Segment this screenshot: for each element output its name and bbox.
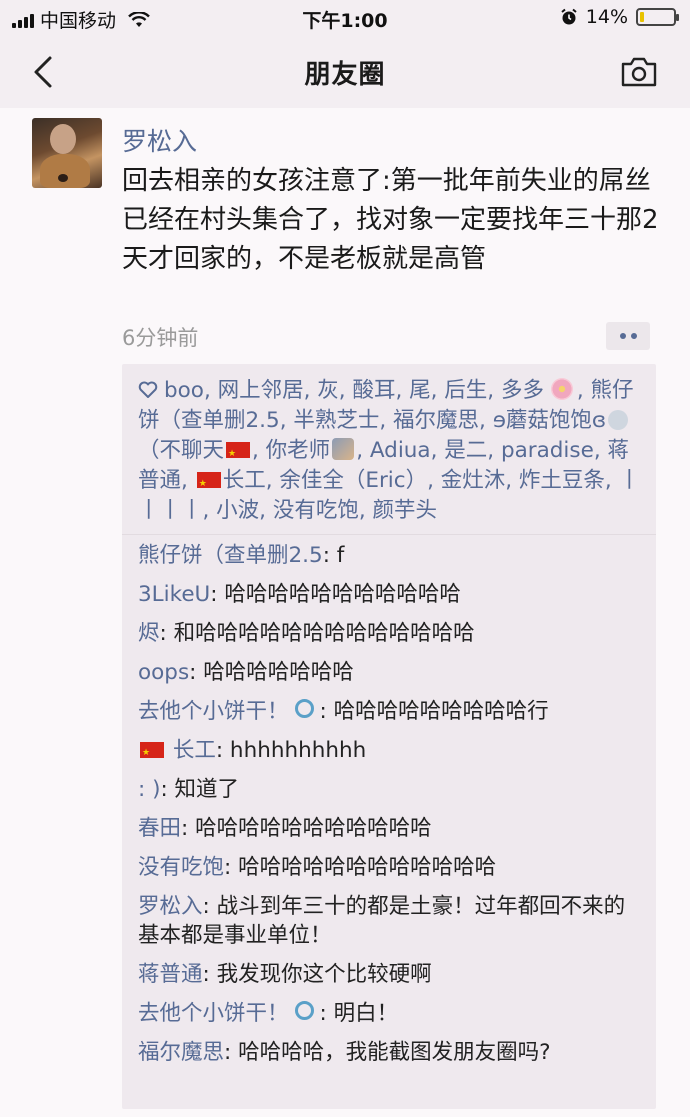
- comment: : ): 知道了: [138, 775, 642, 804]
- comment-text: : 哈哈哈哈哈哈哈哈哈哈哈哈: [224, 855, 497, 880]
- comment-text: : 哈哈哈哈哈哈哈哈哈哈哈: [210, 582, 461, 607]
- comment-author[interactable]: 熊仔饼（查单删2.5: [138, 543, 323, 568]
- status-bar: 中国移动 下午1:00 14%: [0, 0, 690, 36]
- likes-text-1: boo, 网上邻居, 灰, 酸耳, 尾, 后生, 多多: [164, 378, 544, 403]
- comment-author[interactable]: 烬: [138, 621, 160, 646]
- battery-percent: 14%: [585, 6, 628, 28]
- comment: 熊仔饼（查单删2.5: f: [138, 541, 642, 570]
- comment-author[interactable]: 福尔魔思: [138, 1040, 224, 1065]
- comment-text: : 哈哈哈哈哈哈哈哈哈行: [319, 699, 549, 724]
- comment: 蒋普通: 我发现你这个比较硬啊: [138, 960, 642, 989]
- comment-author[interactable]: 长工: [173, 738, 216, 763]
- likes-text-3: （不聊天: [138, 438, 225, 463]
- comment-author[interactable]: : ): [138, 777, 160, 802]
- comment: 去他个小饼干！ : 哈哈哈哈哈哈哈哈哈行: [138, 697, 642, 726]
- comment-text: : 我发现你这个比较硬啊: [202, 962, 432, 987]
- comment-text: : 哈哈哈哈，我能截图发朋友圈吗?: [224, 1040, 551, 1065]
- comment-author[interactable]: 3LikeU: [138, 582, 210, 607]
- comment-text: : 哈哈哈哈哈哈哈: [189, 660, 354, 685]
- post-time: 6分钟前: [122, 326, 199, 350]
- status-right: 14%: [560, 6, 679, 28]
- avatar[interactable]: [32, 118, 102, 188]
- comment-text: : 知道了: [160, 777, 240, 802]
- china-flag-icon: [140, 739, 164, 768]
- comment-author[interactable]: 罗松入: [138, 894, 203, 919]
- comment-author[interactable]: 春田: [138, 816, 181, 841]
- comment: 福尔魔思: 哈哈哈哈，我能截图发朋友圈吗?: [138, 1038, 642, 1067]
- comment-author[interactable]: 没有吃饱: [138, 855, 224, 880]
- page-title: 朋友圈: [304, 60, 386, 90]
- comment-author[interactable]: 去他个小饼干！: [138, 1001, 289, 1026]
- ring-emoji-icon: [294, 1001, 314, 1020]
- comments-list: 熊仔饼（查单删2.5: f 3LikeU: 哈哈哈哈哈哈哈哈哈哈哈 烬: 和哈哈…: [122, 535, 656, 1067]
- comment-text: : hhhhhhhhhh: [215, 738, 367, 763]
- teacher-emoji-icon: [332, 438, 355, 460]
- lollipop-emoji-icon: [608, 410, 629, 430]
- alarm-icon: [561, 8, 577, 25]
- comment: 3LikeU: 哈哈哈哈哈哈哈哈哈哈哈: [138, 580, 642, 609]
- comment: oops: 哈哈哈哈哈哈哈: [138, 658, 642, 687]
- comment-text: : f: [322, 543, 345, 568]
- comment-text: : 哈哈哈哈哈哈哈哈哈哈哈: [181, 816, 432, 841]
- comment-text: : 明白！: [319, 1001, 399, 1026]
- likes-text-4: , 你老师: [252, 438, 331, 463]
- comment: 没有吃饱: 哈哈哈哈哈哈哈哈哈哈哈哈: [138, 853, 642, 882]
- comment: 长工: hhhhhhhhhh: [138, 736, 642, 768]
- post-text: 回去相亲的女孩注意了:第一批年前失业的屌丝已经在村头集合了，找对象一定要找年三十…: [122, 166, 659, 274]
- comment: 罗松入: 战斗到年三十的都是土豪！过年都回不来的基本都是事业单位！: [138, 892, 642, 950]
- more-actions-button[interactable]: [606, 322, 650, 350]
- moments-feed: 罗松入 回去相亲的女孩注意了:第一批年前失业的屌丝已经在村头集合了，找对象一定要…: [0, 108, 690, 1117]
- post-author[interactable]: 罗松入: [122, 122, 197, 158]
- comment-author[interactable]: oops: [138, 660, 189, 685]
- comment-text: : 和哈哈哈哈哈哈哈哈哈哈哈哈哈: [159, 621, 475, 646]
- china-flag-icon: [226, 439, 251, 469]
- camera-icon[interactable]: [620, 56, 658, 88]
- heart-icon: [138, 381, 158, 398]
- ring-emoji-icon: [294, 699, 314, 718]
- comment-author[interactable]: 蒋普通: [138, 962, 203, 987]
- blossom-emoji-icon: [550, 378, 573, 400]
- comment-author[interactable]: 去他个小饼干！: [138, 699, 289, 724]
- comment: 烬: 和哈哈哈哈哈哈哈哈哈哈哈哈哈: [138, 619, 642, 648]
- comment-text: : 战斗到年三十的都是土豪！过年都回不来的基本都是事业单位！: [138, 894, 626, 948]
- comment: 去他个小饼干！ : 明白！: [138, 999, 642, 1028]
- interaction-panel: boo, 网上邻居, 灰, 酸耳, 尾, 后生, 多多 , 熊仔饼（查单删2.5…: [122, 364, 656, 1109]
- china-flag-icon: [196, 469, 221, 499]
- comment: 春田: 哈哈哈哈哈哈哈哈哈哈哈: [138, 814, 642, 843]
- likes-list: boo, 网上邻居, 灰, 酸耳, 尾, 后生, 多多 , 熊仔饼（查单删2.5…: [122, 364, 656, 535]
- battery-icon: [636, 8, 679, 26]
- nav-bar: 朋友圈: [0, 36, 690, 108]
